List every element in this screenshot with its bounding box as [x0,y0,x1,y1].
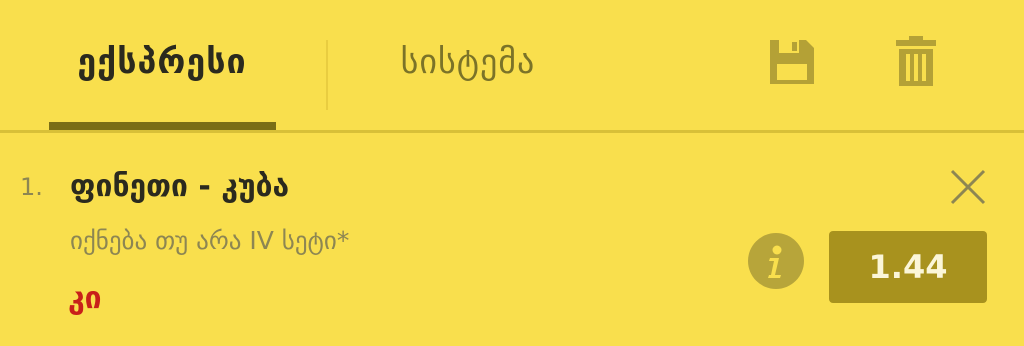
tab-system[interactable]: სისტემა [358,0,578,124]
tab-express-label: ექსპრესი [77,42,247,82]
tab-express[interactable]: ექსპრესი [48,0,276,124]
tab-separator [326,40,328,110]
bet-slip-tabbar: ექსპრესი სისტემა [0,0,1024,132]
info-icon [768,245,782,278]
odds-button[interactable]: 1.44 [829,231,987,303]
save-button[interactable] [768,38,816,86]
trash-icon [896,36,936,86]
info-button[interactable] [748,233,804,289]
delete-all-button[interactable] [896,36,936,86]
tab-system-label: სისტემა [400,42,536,82]
bet-index: 1. [20,173,43,201]
odds-value: 1.44 [868,248,948,286]
remove-bet-button[interactable] [950,169,986,205]
floppy-disk-icon [770,40,814,84]
selection-value: კი [68,281,102,316]
event-name: ფინეთი - კუბა [70,169,290,204]
market-name: იქნება თუ არა IV სეტი* [70,226,350,255]
close-icon [950,169,986,205]
bet-item: 1. ფინეთი - კუბა იქნება თუ არა IV სეტი* … [0,133,1024,346]
